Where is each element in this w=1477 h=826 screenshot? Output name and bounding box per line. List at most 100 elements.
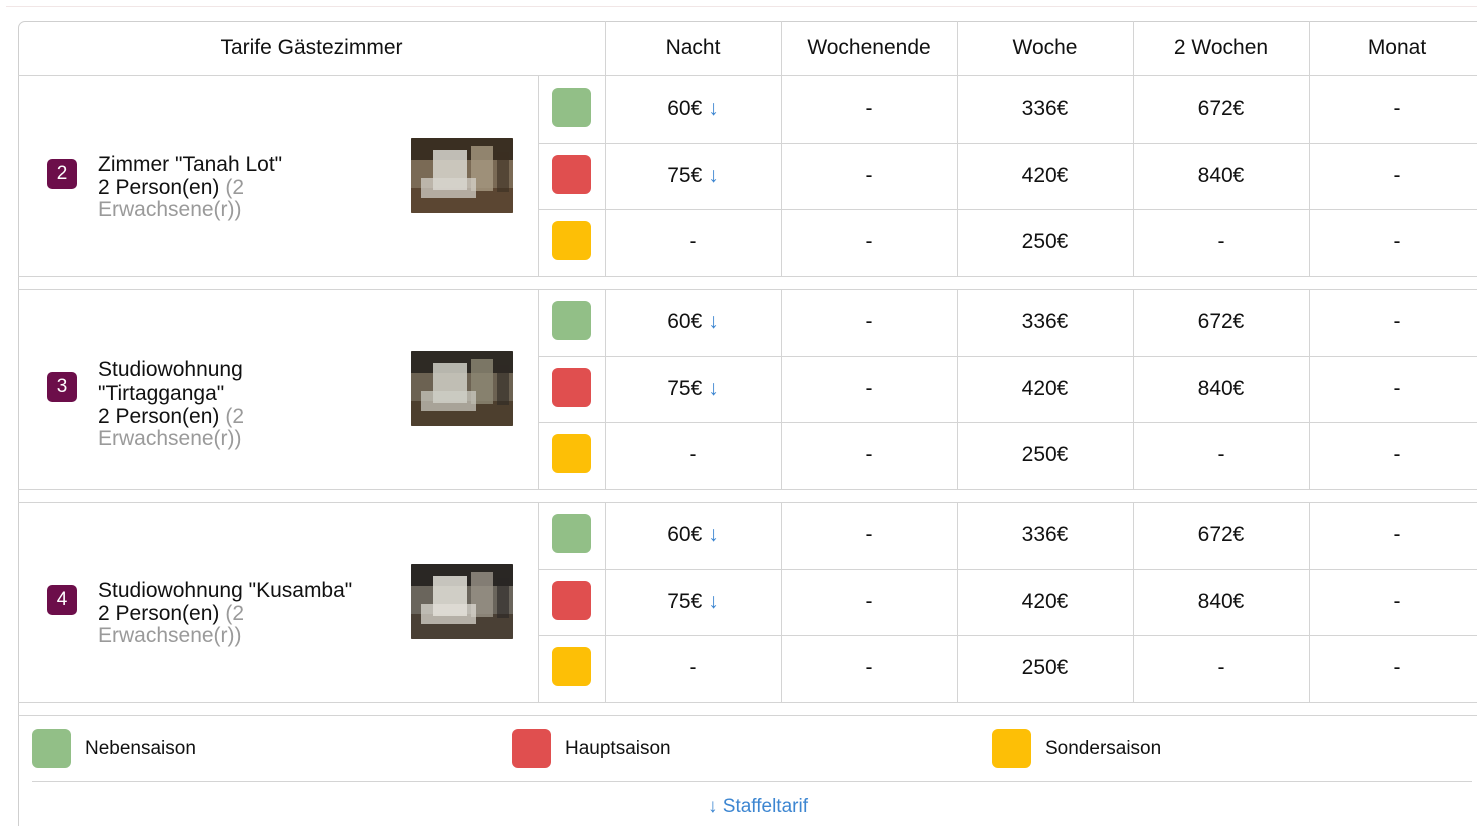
staffel-arrow-icon[interactable]: ↓ xyxy=(708,377,719,401)
rate-cell: - xyxy=(781,635,957,702)
block-bottom xyxy=(18,701,1477,703)
rate-value: 60€ xyxy=(667,523,703,547)
rate-cell: 250€ xyxy=(957,422,1133,489)
room-name-line[interactable]: "Tirtagganga" xyxy=(98,382,398,406)
rate-value: 336€ xyxy=(1021,523,1069,547)
rate-value: - xyxy=(1393,523,1401,547)
room-photo[interactable] xyxy=(411,350,513,426)
rate-cell: 672€ xyxy=(1133,502,1309,569)
room-info: Studiowohnung "Tirtagganga" 2 Person(en) (2… xyxy=(98,358,398,450)
rate-value: - xyxy=(865,163,873,187)
rate-value: - xyxy=(689,443,697,467)
header-col-divider xyxy=(957,21,958,75)
rate-cell: - xyxy=(781,289,957,356)
rate-cell: - xyxy=(1133,422,1309,489)
staffel-arrow-icon[interactable]: ↓ xyxy=(708,164,719,188)
legend-label: Nebensaison xyxy=(85,738,196,759)
rate-cell: - xyxy=(1309,209,1477,276)
rate-value: 60€ xyxy=(667,97,703,121)
rate-value: - xyxy=(1393,97,1401,121)
rate-value: 420€ xyxy=(1021,589,1069,613)
rate-value: 75€ xyxy=(667,589,703,613)
rate-cell: 75€ ↓ xyxy=(605,143,781,210)
room-photo[interactable] xyxy=(411,563,513,639)
persons-count: 2 Person(en) xyxy=(98,404,220,428)
col-divider xyxy=(538,502,539,702)
rate-cell: - xyxy=(1133,635,1309,702)
rate-cell: - xyxy=(1309,569,1477,636)
staffel-arrow-icon[interactable]: ↓ xyxy=(708,310,719,334)
season-swatch-yellow xyxy=(552,647,591,687)
rate-cell: 336€ xyxy=(957,289,1133,356)
rate-cell: 250€ xyxy=(957,635,1133,702)
rate-cell: - xyxy=(781,502,957,569)
rate-cell: - xyxy=(1309,289,1477,356)
persons-detail: (2 xyxy=(225,601,245,625)
rate-value: 336€ xyxy=(1021,97,1069,121)
legend-label: Sondersaison xyxy=(1045,738,1162,759)
season-swatch-yellow xyxy=(552,221,591,261)
persons-count: 2 Person(en) xyxy=(98,175,220,199)
legend-label: Hauptsaison xyxy=(565,738,671,759)
rate-value: - xyxy=(1393,163,1401,187)
room-name-line[interactable]: Studiowohnung "Kusamba" xyxy=(98,579,398,603)
season-swatch-green xyxy=(552,301,591,341)
staffel-arrow-icon[interactable]: ↓ xyxy=(708,523,719,547)
rate-cell: 60€ ↓ xyxy=(605,289,781,356)
rate-value: 250€ xyxy=(1021,656,1069,680)
persons-detail-cont: Erwachsene(r)) xyxy=(98,426,242,450)
rate-cell: 420€ xyxy=(957,356,1133,423)
header-col-divider xyxy=(781,21,782,75)
rate-value: - xyxy=(689,656,697,680)
room-photo[interactable] xyxy=(411,137,513,213)
rate-cell: - xyxy=(781,422,957,489)
rate-cell: - xyxy=(781,209,957,276)
rate-value: - xyxy=(1393,230,1401,254)
rate-value: - xyxy=(865,230,873,254)
season-swatch-green xyxy=(552,88,591,128)
header-col-divider xyxy=(605,21,606,75)
room-number-badge: 2 xyxy=(47,158,77,189)
rate-value: - xyxy=(865,523,873,547)
rate-cell: - xyxy=(781,143,957,210)
staffeltarif-link[interactable]: ↓ Staffeltarif xyxy=(708,796,808,818)
rate-cell: - xyxy=(781,76,957,143)
rate-value: - xyxy=(865,589,873,613)
rate-cell: 60€ ↓ xyxy=(605,502,781,569)
footer-divider xyxy=(32,781,1472,782)
rate-value: - xyxy=(1393,443,1401,467)
room-info: Studiowohnung "Kusamba" 2 Person(en) (2 Erw… xyxy=(98,579,398,647)
room-info: Zimmer "Tanah Lot" 2 Person(en) (2 Erwachse… xyxy=(98,153,398,221)
rate-cell: - xyxy=(1309,422,1477,489)
header-col-divider xyxy=(1133,21,1134,75)
rate-value: 672€ xyxy=(1197,523,1245,547)
rate-value: - xyxy=(865,310,873,334)
rate-value: - xyxy=(1217,656,1225,680)
room-name-line[interactable]: Studiowohnung xyxy=(98,358,398,382)
rate-value: 250€ xyxy=(1021,443,1069,467)
room-name-line[interactable]: Zimmer "Tanah Lot" xyxy=(98,153,398,177)
rate-cell: - xyxy=(1309,635,1477,702)
col-divider xyxy=(538,289,539,489)
staffel-arrow-icon[interactable]: ↓ xyxy=(708,97,719,121)
persons-detail: (2 xyxy=(225,404,245,428)
column-header-3: 2 Wochen xyxy=(1173,36,1269,59)
rate-value: - xyxy=(1393,656,1401,680)
rate-value: 420€ xyxy=(1021,163,1069,187)
rate-cell: - xyxy=(1309,502,1477,569)
persons-detail-cont: Erwachsene(r)) xyxy=(98,623,242,647)
rate-cell: 840€ xyxy=(1133,143,1309,210)
rate-cell: - xyxy=(781,356,957,423)
persons-count: 2 Person(en) xyxy=(98,601,220,625)
divider xyxy=(6,6,1477,7)
rate-value: 75€ xyxy=(667,376,703,400)
rate-value: - xyxy=(1393,310,1401,334)
column-header-1: Wochenende xyxy=(807,36,931,59)
rate-value: 75€ xyxy=(667,163,703,187)
staffel-arrow-icon[interactable]: ↓ xyxy=(708,590,719,614)
column-header-2: Woche xyxy=(1012,36,1078,59)
rate-value: - xyxy=(865,376,873,400)
season-swatch-red xyxy=(552,367,591,407)
col-divider xyxy=(538,76,539,276)
rate-cell: 75€ ↓ xyxy=(605,569,781,636)
